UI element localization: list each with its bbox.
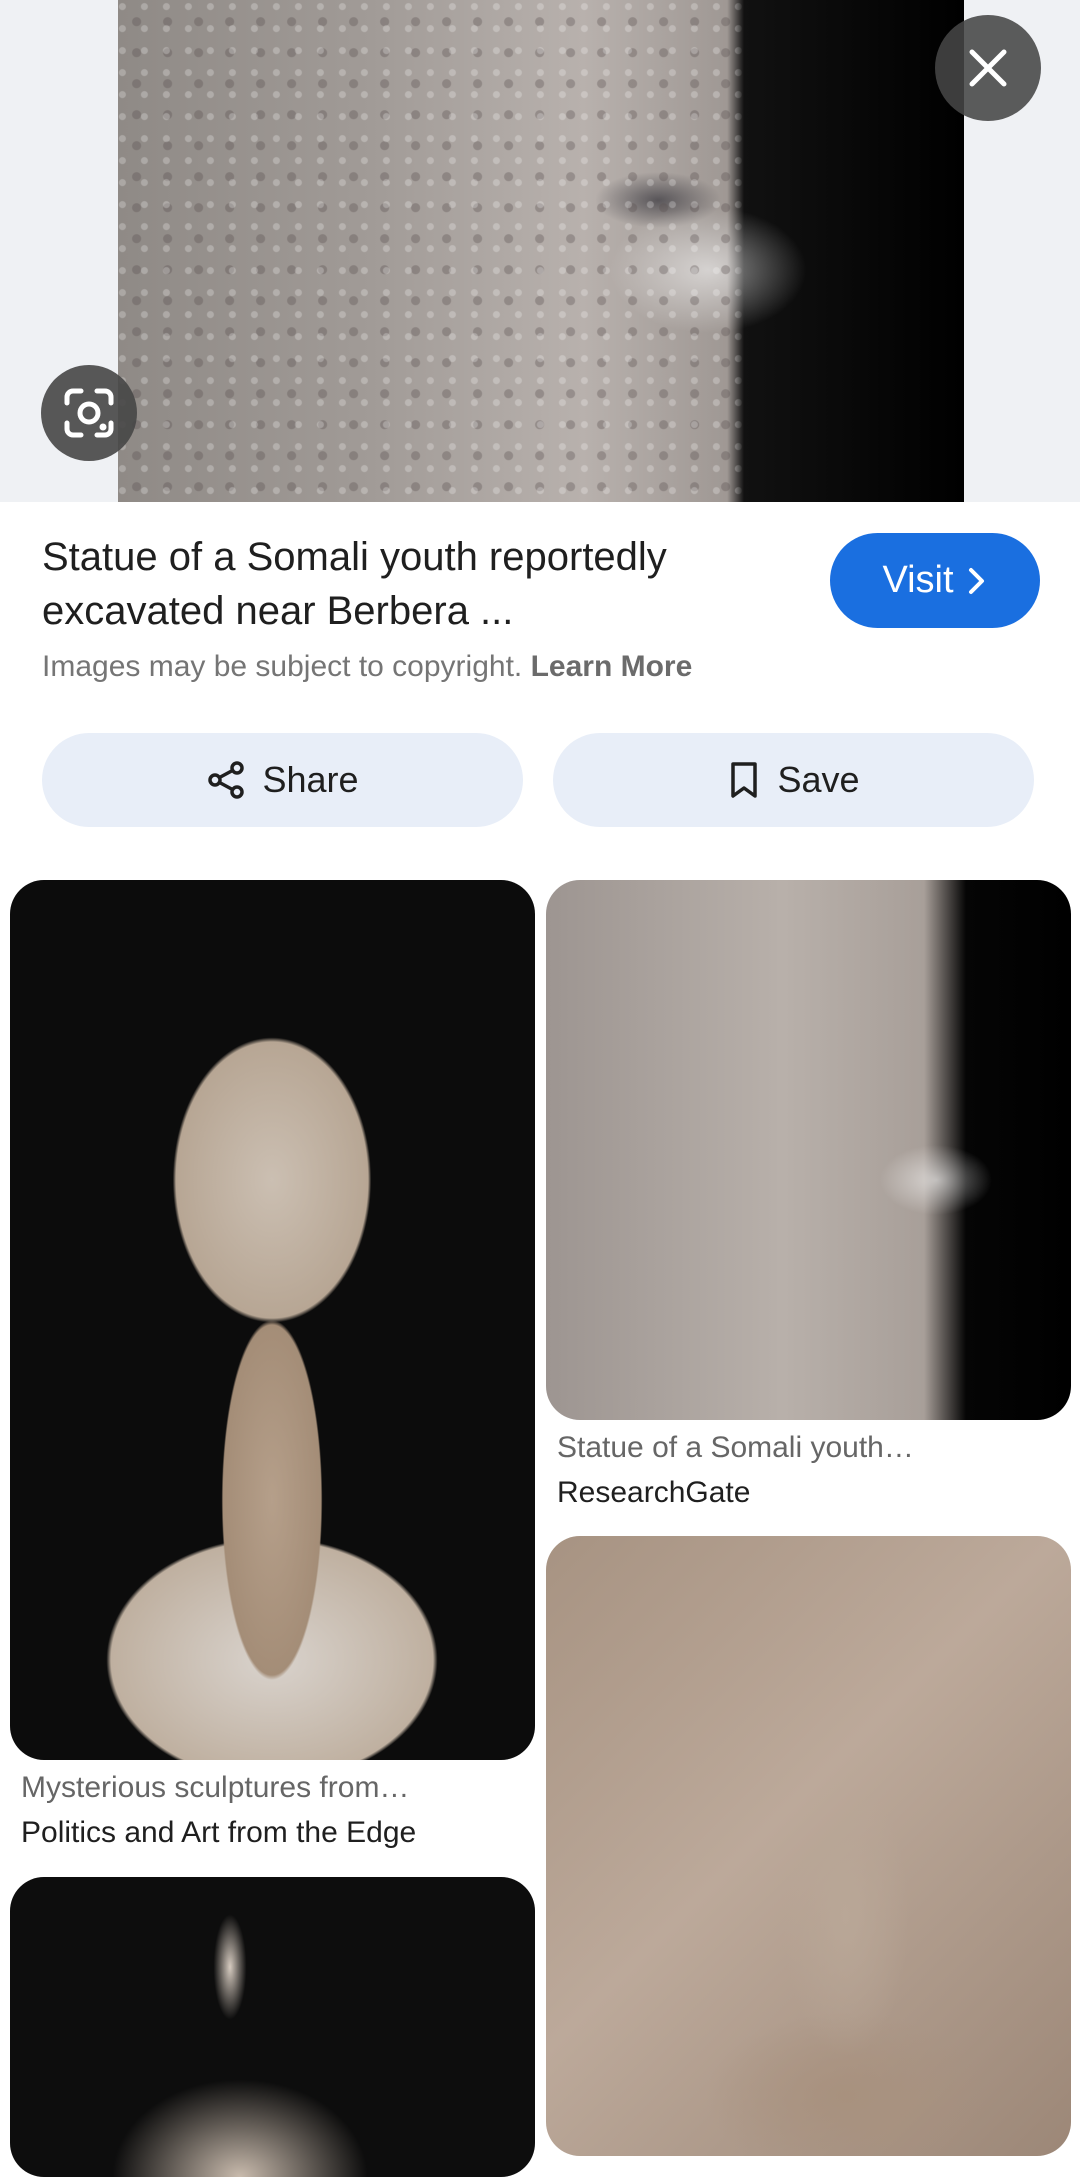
copyright-notice: Images may be subject to copyright. Lear… xyxy=(42,650,692,684)
related-image-3[interactable] xyxy=(546,1536,1071,2156)
learn-more-link[interactable]: Learn More xyxy=(531,650,693,683)
hero-image-area xyxy=(0,0,1080,502)
share-icon xyxy=(208,761,245,799)
share-button[interactable]: Share xyxy=(42,733,523,827)
share-label: Share xyxy=(262,759,359,800)
close-button[interactable] xyxy=(935,15,1041,121)
visit-button[interactable]: Visit xyxy=(830,533,1040,628)
related-title-2[interactable]: Statue of a Somali youth… xyxy=(557,1431,914,1465)
related-title-1[interactable]: Mysterious sculptures from… xyxy=(21,1771,409,1805)
related-source-1[interactable]: Politics and Art from the Edge xyxy=(21,1816,416,1850)
related-image-2[interactable] xyxy=(546,880,1071,1420)
visit-label: Visit xyxy=(882,559,954,601)
close-icon xyxy=(969,49,1007,87)
result-title[interactable]: Statue of a Somali youth reportedly exca… xyxy=(42,530,802,638)
related-image-1[interactable] xyxy=(10,880,535,1760)
hero-image[interactable] xyxy=(118,0,964,502)
google-lens-button[interactable] xyxy=(41,365,137,461)
chevron-right-icon xyxy=(968,567,984,594)
related-image-4[interactable] xyxy=(10,1877,535,2177)
bookmark-icon xyxy=(731,762,758,798)
google-lens-icon xyxy=(64,388,114,438)
related-source-2[interactable]: ResearchGate xyxy=(557,1476,750,1510)
save-label: Save xyxy=(777,759,860,800)
save-button[interactable]: Save xyxy=(553,733,1034,827)
copyright-text: Images may be subject to copyright. xyxy=(42,650,523,683)
